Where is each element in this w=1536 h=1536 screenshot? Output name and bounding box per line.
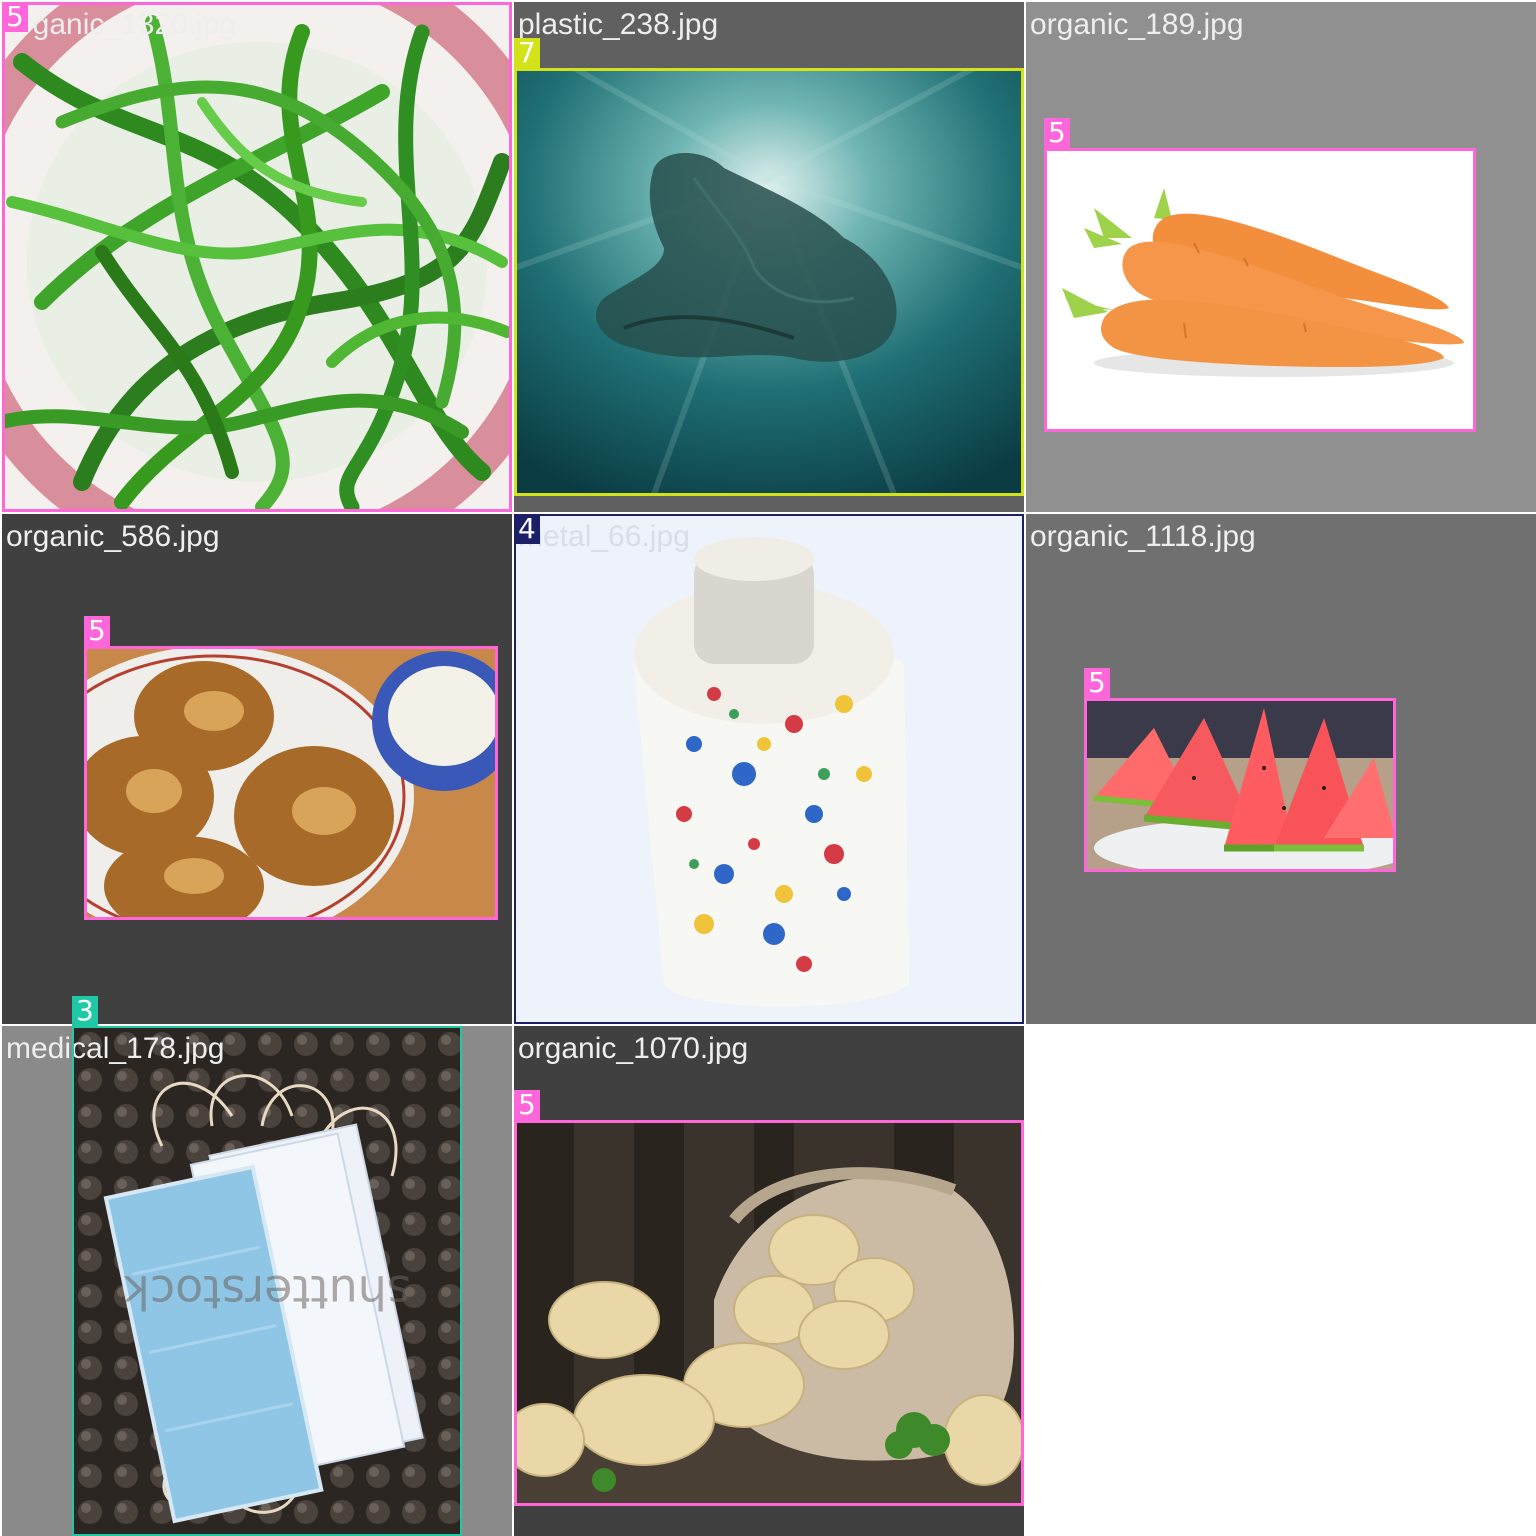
bounding-box[interactable] bbox=[72, 1026, 462, 1536]
class-label-tag: 7 bbox=[514, 38, 540, 68]
bounding-box[interactable] bbox=[514, 68, 1024, 496]
class-label-tag: 5 bbox=[84, 616, 110, 646]
class-label-tag: 5 bbox=[1084, 668, 1110, 698]
bounding-box[interactable] bbox=[1084, 698, 1396, 872]
bounding-box[interactable] bbox=[2, 2, 512, 512]
grid-tile-organic-1070[interactable]: organic_1070.jpg 5 bbox=[514, 1026, 1024, 1536]
tile-filename: organic_189.jpg bbox=[1030, 8, 1244, 41]
bounding-box[interactable] bbox=[84, 646, 498, 920]
bounding-box[interactable] bbox=[1044, 148, 1476, 432]
class-label-tag: 5 bbox=[514, 1090, 540, 1120]
empty-grid-cell bbox=[1026, 1026, 1536, 1536]
tile-filename: organic_1070.jpg bbox=[518, 1032, 749, 1065]
tile-filename: organic_586.jpg bbox=[6, 520, 220, 553]
grid-tile-medical-178[interactable]: shutterstock medical_178.jpg 3 bbox=[2, 1026, 512, 1536]
bounding-box[interactable] bbox=[514, 514, 1024, 1024]
grid-tile-organic-586[interactable]: organic_586.jpg 5 bbox=[2, 514, 512, 1024]
grid-tile-organic-1118[interactable]: organic_1118.jpg 5 bbox=[1026, 514, 1536, 1024]
tile-filename: plastic_238.jpg bbox=[518, 8, 719, 41]
class-label-tag: 5 bbox=[2, 2, 28, 32]
bounding-box[interactable] bbox=[514, 1120, 1024, 1506]
grid-tile-organic-1320[interactable]: organic_1320.jpg 5 bbox=[2, 2, 512, 512]
class-label-tag: 4 bbox=[514, 514, 540, 544]
grid-tile-organic-189[interactable]: organic_189.jpg 5 bbox=[1026, 2, 1536, 512]
class-label-tag: 5 bbox=[1044, 118, 1070, 148]
grid-tile-plastic-238[interactable]: plastic_238.jpg 7 bbox=[514, 2, 1024, 512]
grid-tile-metal-66[interactable]: metal_66.jpg 4 bbox=[514, 514, 1024, 1024]
tile-filename: organic_1118.jpg bbox=[1030, 520, 1256, 553]
class-label-tag: 3 bbox=[72, 996, 98, 1026]
